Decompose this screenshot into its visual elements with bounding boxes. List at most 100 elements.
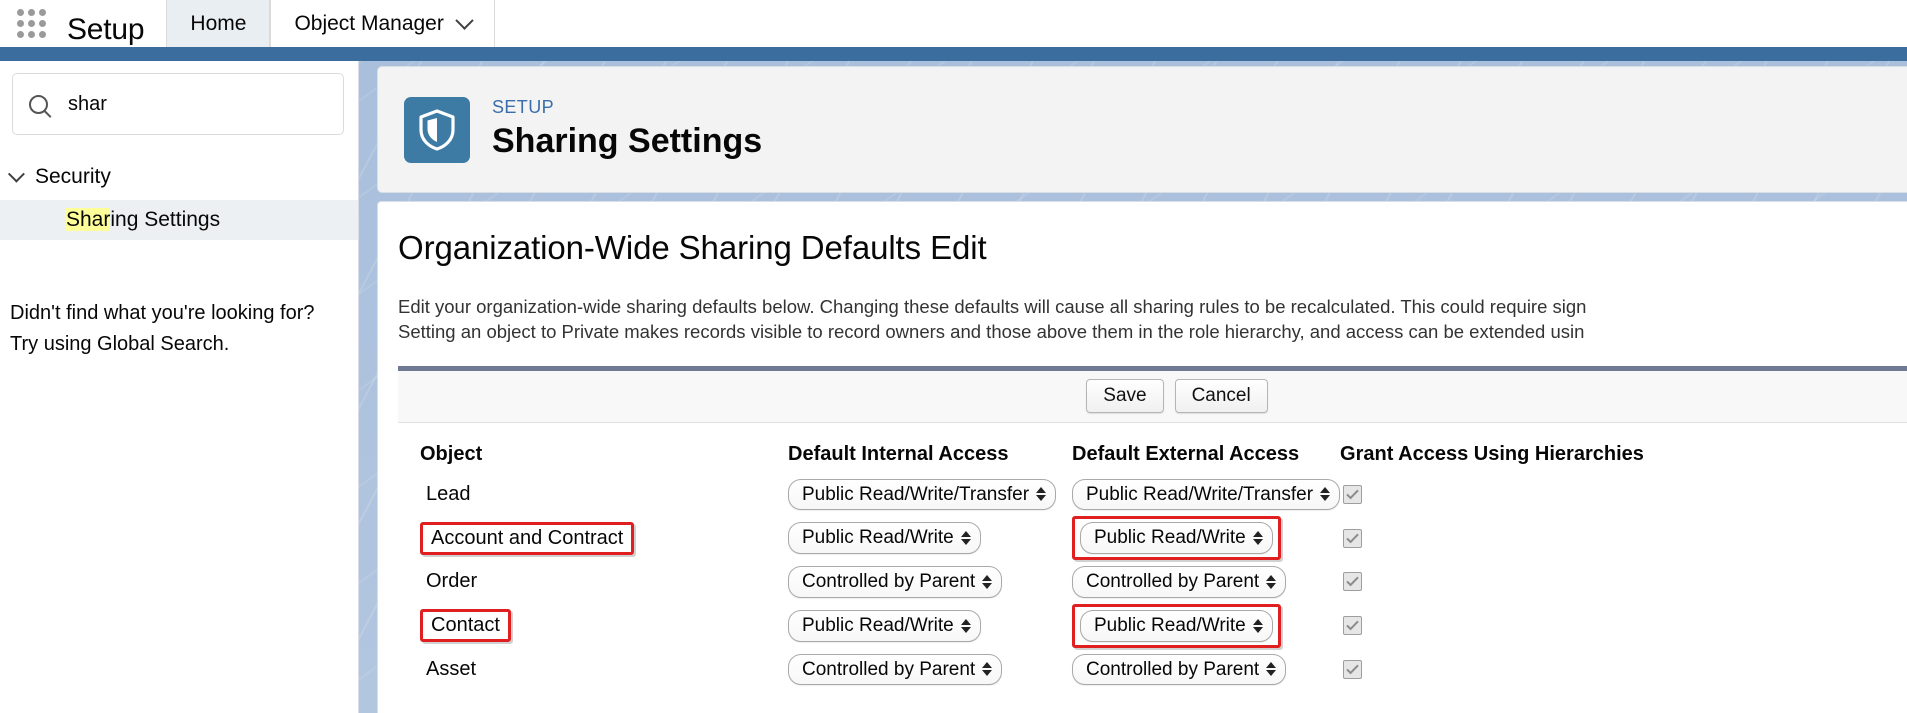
annotation-box: Public Read/Write [1072, 516, 1281, 561]
select-value: Controlled by Parent [802, 658, 976, 680]
sidebar-item-label: Sharing Settings [66, 208, 220, 232]
grant-access-checkbox[interactable] [1343, 528, 1363, 548]
section-heading: Organization-Wide Sharing Defaults Edit [398, 229, 987, 266]
setup-title: Setup [67, 13, 145, 46]
select-value: Public Read/Write [1094, 527, 1246, 549]
object-name-annotated: Account and Contract [420, 521, 635, 555]
app-launcher-grid-icon[interactable] [17, 9, 47, 39]
default-internal-access-select[interactable]: Public Read/Write [788, 609, 981, 642]
default-external-access-select[interactable]: Public Read/Write [1080, 609, 1273, 642]
sidebar-section-security-label: Security [35, 165, 111, 188]
cancel-button[interactable]: Cancel [1174, 379, 1268, 414]
cell-object: Order [398, 563, 788, 601]
table-header-row: Object Default Internal Access Default E… [398, 433, 1907, 476]
cell-object: Account and Contract [398, 513, 788, 563]
owd-table-panel: Save Cancel Object Default Internal Acce… [398, 365, 1907, 689]
select-value: Public Read/Write/Transfer [1086, 483, 1314, 505]
search-box[interactable] [12, 73, 344, 135]
grant-access-checkbox[interactable] [1343, 572, 1363, 592]
cell-grant-access-using-hierarchies [1340, 513, 1907, 563]
setup-sidebar: Security Sharing Settings Didn't find wh… [0, 61, 359, 713]
select-caret-icon [1266, 662, 1277, 677]
chevron-down-icon [7, 165, 25, 183]
page-header-eyebrow: SETUP [492, 97, 555, 118]
grant-access-checkbox[interactable] [1343, 484, 1363, 504]
grant-access-checkbox[interactable] [1343, 659, 1363, 679]
search-icon [29, 94, 48, 114]
tab-home[interactable]: Home [166, 0, 271, 47]
select-caret-icon [1036, 487, 1047, 502]
section-description: Edit your organization-wide sharing defa… [378, 294, 1907, 344]
table-row: Account and Contract Public Read/Write Pub… [398, 513, 1907, 563]
select-caret-icon [982, 662, 993, 677]
chevron-down-icon [455, 11, 474, 30]
section-description-line-2: Setting an object to Private makes recor… [398, 320, 1585, 342]
column-header-default-external-access: Default External Access [1072, 442, 1300, 465]
table-row: Order Controlled by Parent Controlled by P… [398, 563, 1907, 601]
tab-object-manager[interactable]: Object Manager [270, 0, 495, 47]
page-title: Sharing Settings [492, 122, 763, 161]
organization-wide-defaults-table: Object Default Internal Access Default E… [398, 433, 1907, 689]
default-external-access-select[interactable]: Controlled by Parent [1072, 566, 1287, 598]
default-external-access-select[interactable]: Public Read/Write/Transfer [1072, 478, 1341, 511]
cell-grant-access-using-hierarchies [1340, 476, 1907, 514]
sidebar-help-line-1: Didn't find what you're looking for? [10, 302, 315, 324]
select-value: Controlled by Parent [1086, 658, 1260, 680]
select-caret-icon [982, 574, 993, 589]
object-name: Asset [426, 657, 477, 680]
column-header-grant-access-using-hierarchies: Grant Access Using Hierarchies [1340, 442, 1644, 465]
sidebar-item-sharing-settings[interactable]: Sharing Settings [0, 200, 358, 240]
main-content-area: SETUP Sharing Settings Organization-Wide… [359, 61, 1907, 713]
search-input[interactable] [66, 91, 327, 117]
cell-default-external-access: Controlled by Parent [1072, 651, 1340, 689]
default-external-access-select[interactable]: Public Read/Write [1080, 522, 1273, 555]
cell-default-external-access: Public Read/Write [1072, 601, 1340, 651]
column-header-default-internal-access: Default Internal Access [788, 442, 1009, 465]
shield-icon [404, 96, 470, 163]
grant-access-checkbox[interactable] [1343, 616, 1363, 636]
sidebar-section-security[interactable]: Security [0, 165, 358, 189]
cell-default-external-access: Public Read/Write/Transfer [1072, 476, 1341, 514]
sidebar-item-label-rest: ing Settings [110, 208, 221, 231]
cell-grant-access-using-hierarchies [1340, 563, 1907, 601]
table-header: Object Default Internal Access Default E… [398, 433, 1907, 476]
cell-grant-access-using-hierarchies [1340, 601, 1907, 651]
cell-default-internal-access: Controlled by Parent [788, 563, 1072, 601]
cell-default-external-access: Controlled by Parent [1072, 563, 1340, 601]
annotation-box: Public Read/Write [1072, 603, 1281, 648]
default-internal-access-select[interactable]: Controlled by Parent [788, 566, 1003, 598]
save-button[interactable]: Save [1086, 379, 1164, 414]
sidebar-item-label-match: Shar [66, 208, 111, 231]
table-row: Contact Public Read/Write Public Read/Writ… [398, 601, 1907, 651]
page-header-text: SETUP Sharing Settings [492, 98, 762, 160]
select-caret-icon [1252, 531, 1263, 546]
cell-grant-access-using-hierarchies [1340, 651, 1907, 689]
object-name: Order [426, 570, 478, 593]
cell-default-internal-access: Controlled by Parent [788, 651, 1072, 689]
cell-object: Contact [398, 601, 788, 651]
object-name-annotated: Contact [420, 609, 511, 643]
cell-object: Asset [398, 651, 788, 689]
default-internal-access-select[interactable]: Public Read/Write/Transfer [788, 478, 1057, 511]
select-value: Controlled by Parent [1086, 571, 1260, 593]
cell-default-external-access: Public Read/Write [1072, 513, 1340, 563]
content-card: Organization-Wide Sharing Defaults Edit … [377, 201, 1907, 713]
select-value: Controlled by Parent [802, 571, 976, 593]
cell-object: Lead [398, 476, 788, 514]
top-nav-tabs: Home Object Manager [166, 0, 495, 47]
select-caret-icon [1252, 618, 1263, 633]
select-value: Public Read/Write [802, 614, 954, 636]
table-row: Asset Controlled by Parent Controlled by P… [398, 651, 1907, 689]
default-internal-access-select[interactable]: Public Read/Write [788, 522, 981, 555]
default-internal-access-select[interactable]: Controlled by Parent [788, 653, 1003, 686]
cell-default-internal-access: Public Read/Write [788, 513, 1072, 563]
select-caret-icon [1320, 487, 1331, 502]
table-body: Lead Public Read/Write/Transfer Public Rea… [398, 476, 1907, 689]
cell-default-internal-access: Public Read/Write/Transfer [788, 476, 1072, 514]
select-value: Public Read/Write [802, 527, 954, 549]
page-header-card: SETUP Sharing Settings [377, 66, 1907, 193]
default-external-access-select[interactable]: Controlled by Parent [1072, 653, 1287, 686]
top-blue-strip-left [0, 47, 359, 61]
sidebar-help-text: Didn't find what you're looking for? Try… [10, 298, 328, 360]
tab-home-label: Home [190, 11, 247, 35]
